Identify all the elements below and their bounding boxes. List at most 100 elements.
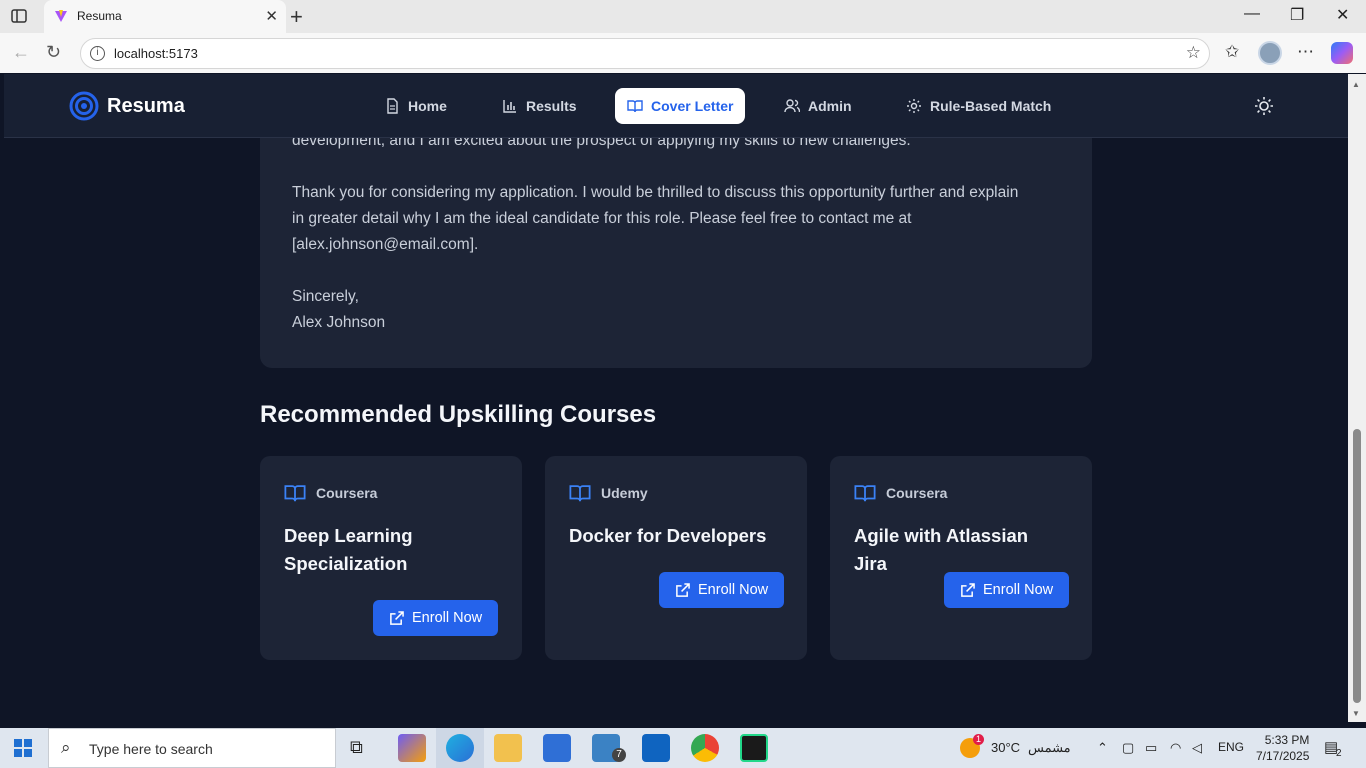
page-viewport: development, and I am excited about the …	[4, 74, 1348, 722]
gear-icon	[907, 99, 921, 113]
course-provider-label: Udemy	[601, 485, 648, 501]
mail-badge: 7	[612, 748, 626, 762]
enroll-now-label: Enroll Now	[698, 582, 769, 598]
course-title: Docker for Developers	[569, 525, 767, 546]
book-open-icon	[569, 485, 591, 502]
course-provider-label: Coursera	[886, 485, 948, 501]
nav-results[interactable]: Results	[490, 88, 589, 124]
back-icon[interactable]: ←	[12, 42, 30, 63]
browser-toolbar: ← ↻ i localhost:5173 ☆ ✩ ⋯	[0, 33, 1366, 73]
nav-admin-label: Admin	[808, 98, 852, 114]
store-icon[interactable]	[543, 734, 571, 762]
bar-chart-icon	[503, 100, 516, 113]
restore-icon[interactable]: ❐	[1290, 5, 1304, 25]
course-provider-label: Coursera	[316, 485, 378, 501]
minimize-icon[interactable]: —	[1244, 5, 1260, 23]
weather-text[interactable]: مشمس	[1028, 740, 1071, 756]
volume-icon[interactable]: ◁	[1192, 740, 1202, 756]
course-card: Coursera Deep Learning Specialization En…	[260, 456, 522, 660]
windows-taskbar: ⌕ Type here to search ⧉ 7 1 30°C مشمس ⌃ …	[0, 728, 1366, 768]
letter-paragraph-thanks-line2: in greater detail why I am the ideal can…	[292, 210, 912, 227]
nav-home-label: Home	[408, 98, 447, 114]
external-link-icon	[676, 582, 690, 597]
scrollbar-thumb[interactable]	[1353, 429, 1361, 703]
clock-time: 5:33 PM	[1264, 733, 1310, 747]
page-scrollbar[interactable]: ▲ ▼	[1348, 74, 1366, 722]
site-info-icon[interactable]: i	[90, 46, 105, 61]
search-placeholder: Type here to search	[89, 741, 213, 757]
enroll-now-button[interactable]: Enroll Now	[373, 600, 499, 636]
pycharm-icon[interactable]	[740, 734, 768, 762]
external-link-icon	[390, 610, 404, 625]
close-window-icon[interactable]: ✕	[1336, 5, 1349, 25]
letter-closing: Sincerely,	[292, 288, 359, 305]
letter-signature: Alex Johnson	[292, 314, 386, 331]
meet-icon[interactable]: ▢	[1122, 740, 1134, 756]
nav-cover-letter-label: Cover Letter	[651, 98, 734, 114]
taskbar-clock[interactable]: 5:33 PM 7/17/2025	[1256, 732, 1309, 764]
battery-icon[interactable]: ▭	[1145, 740, 1157, 756]
brand-name: Resuma	[107, 94, 185, 117]
profile-avatar[interactable]	[1258, 41, 1282, 65]
refresh-icon[interactable]: ↻	[46, 42, 61, 63]
wifi-icon[interactable]: ◠	[1170, 740, 1181, 756]
brand[interactable]: Resuma	[69, 91, 185, 121]
outlook-icon[interactable]	[642, 734, 670, 762]
clock-date: 7/17/2025	[1256, 749, 1310, 763]
chevron-up-icon[interactable]: ⌃	[1097, 740, 1108, 756]
external-link-icon	[961, 582, 975, 597]
course-card: Coursera Agile with Atlassian Jira Enrol…	[830, 456, 1092, 660]
course-title: Deep Learning Specialization	[284, 525, 413, 574]
file-explorer-icon[interactable]	[494, 734, 522, 762]
enroll-now-label: Enroll Now	[412, 610, 483, 626]
edge-icon[interactable]	[446, 734, 474, 762]
new-tab-icon[interactable]: +	[290, 4, 303, 30]
windows-start-icon[interactable]	[14, 739, 32, 757]
course-card: Udemy Docker for Developers Enroll Now	[545, 456, 807, 660]
book-open-icon	[284, 485, 306, 502]
browser-tab-bar: Resuma ✕ + — ❐ ✕	[0, 0, 1366, 33]
language-indicator[interactable]: ENG	[1218, 740, 1244, 754]
copilot-icon[interactable]	[1331, 42, 1353, 64]
nav-rule-based-match-label: Rule-Based Match	[930, 98, 1052, 114]
courses-section-title: Recommended Upskilling Courses	[260, 401, 657, 428]
copilot-app-icon[interactable]	[398, 734, 426, 762]
address-url[interactable]: localhost:5173	[114, 46, 198, 61]
nav-rule-based-match[interactable]: Rule-Based Match	[894, 88, 1063, 124]
app-navbar: Resuma Home Results Cover Letter Admin R…	[4, 74, 1348, 138]
more-options-icon[interactable]: ⋯	[1297, 42, 1314, 62]
enroll-now-button[interactable]: Enroll Now	[944, 572, 1070, 608]
users-icon	[784, 99, 800, 113]
favorites-icon[interactable]: ✩	[1225, 42, 1239, 62]
course-provider: Udemy	[569, 482, 648, 504]
task-view-icon[interactable]: ⧉	[350, 737, 363, 758]
vite-favicon-icon	[55, 10, 67, 22]
notification-count: 2	[1336, 748, 1342, 759]
course-provider: Coursera	[854, 482, 947, 504]
weather-badge: 1	[973, 734, 984, 745]
address-bar[interactable]: i localhost:5173 ☆	[80, 38, 1210, 69]
favorite-star-icon[interactable]: ☆	[1186, 43, 1201, 63]
enroll-now-button[interactable]: Enroll Now	[659, 572, 785, 608]
search-icon: ⌕	[61, 738, 71, 757]
scroll-down-icon[interactable]: ▼	[1352, 709, 1360, 718]
chrome-icon[interactable]	[691, 734, 719, 762]
course-provider: Coursera	[284, 482, 377, 504]
course-title: Agile with Atlassian Jira	[854, 525, 1029, 574]
letter-paragraph-thanks-line1: Thank you for considering my application…	[292, 184, 1019, 201]
resuma-logo-icon	[69, 91, 99, 121]
tab-actions-icon[interactable]	[8, 6, 30, 26]
browser-tab[interactable]: Resuma ✕	[44, 0, 286, 33]
tab-title: Resuma	[77, 9, 122, 23]
nav-home[interactable]: Home	[372, 88, 459, 124]
nav-admin[interactable]: Admin	[772, 88, 864, 124]
enroll-now-label: Enroll Now	[983, 582, 1054, 598]
close-tab-icon[interactable]: ✕	[265, 7, 278, 25]
taskbar-search[interactable]: ⌕ Type here to search	[48, 728, 336, 768]
nav-cover-letter[interactable]: Cover Letter	[615, 88, 746, 124]
book-open-icon	[854, 485, 876, 502]
sun-icon[interactable]	[1254, 96, 1274, 116]
letter-paragraph-thanks-line3: [alex.johnson@email.com].	[292, 236, 479, 253]
scroll-up-icon[interactable]: ▲	[1352, 80, 1360, 89]
weather-temp[interactable]: 30°C	[991, 740, 1020, 755]
